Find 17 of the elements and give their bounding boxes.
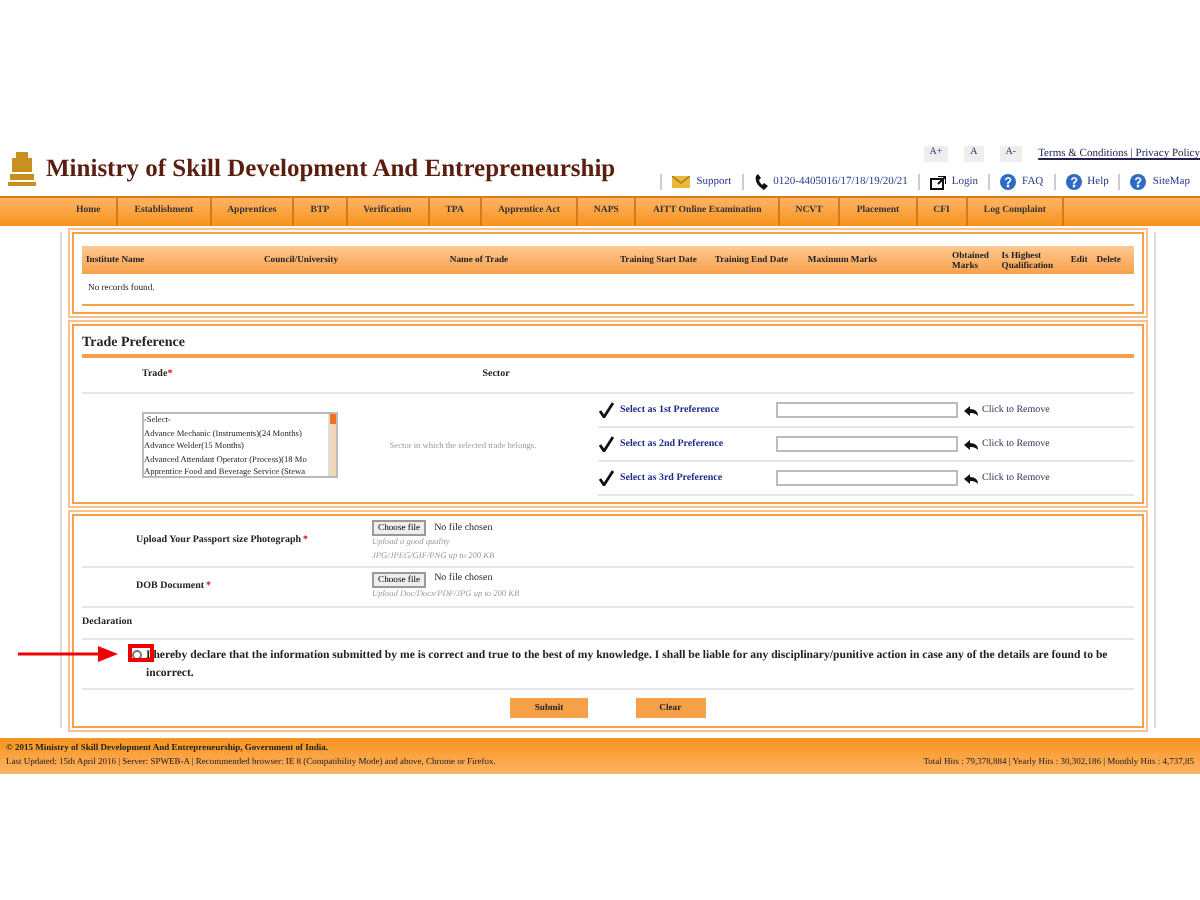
phone-icon	[753, 174, 768, 191]
site-title: Ministry of Skill Development And Entrepreneurship	[46, 151, 616, 186]
preference-field[interactable]	[776, 470, 958, 487]
reply-arrow-icon	[964, 405, 978, 416]
reply-arrow-icon	[964, 439, 978, 450]
declaration-checkbox[interactable]	[132, 650, 142, 661]
emblem-icon	[6, 148, 38, 188]
arrow-annotation	[18, 646, 118, 663]
help-icon	[1000, 174, 1017, 191]
external-window-icon	[929, 175, 946, 190]
help-icon	[1130, 174, 1147, 191]
reply-arrow-icon	[964, 473, 978, 484]
scrollbar[interactable]	[328, 414, 336, 477]
preference-field[interactable]	[776, 436, 958, 453]
preference-field[interactable]	[776, 402, 958, 419]
help-icon	[1065, 174, 1082, 191]
envelope-icon	[672, 176, 691, 189]
